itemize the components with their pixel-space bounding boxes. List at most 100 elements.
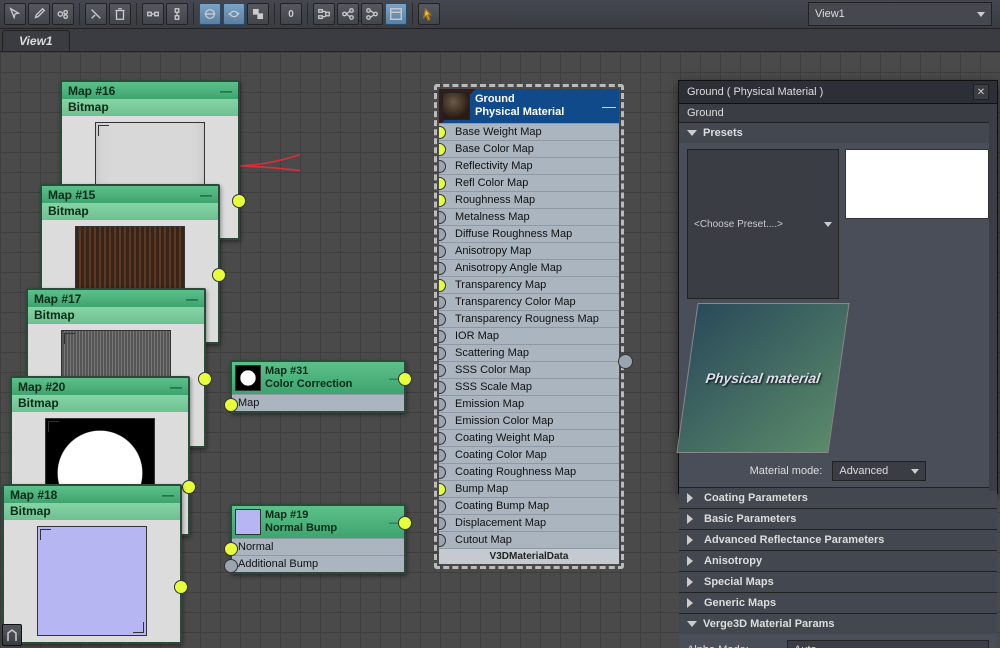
input-port[interactable] [439, 211, 446, 224]
material-slot[interactable]: Refl Color Map [439, 174, 619, 191]
material-slot[interactable]: Bump Map [439, 480, 619, 497]
material-slot[interactable]: Scattering Map [439, 344, 619, 361]
input-port[interactable] [439, 194, 446, 207]
input-port-normal[interactable] [224, 542, 238, 556]
input-port[interactable] [439, 347, 446, 360]
output-port[interactable] [174, 580, 188, 594]
input-port[interactable] [439, 296, 446, 309]
material-output-port[interactable] [618, 354, 633, 369]
auto-layout-button[interactable] [313, 3, 335, 25]
minimize-icon[interactable]: — [186, 292, 198, 306]
alpha-mode-dropdown[interactable]: Auto [787, 640, 989, 648]
nodes-view-button[interactable] [385, 3, 407, 25]
tab-view1[interactable]: View1 [2, 30, 70, 51]
cut-wire-button[interactable] [85, 3, 107, 25]
rollup-coating-parameters[interactable]: Coating Parameters [679, 488, 997, 508]
material-slot[interactable]: Base Weight Map [439, 123, 619, 140]
rollup-advanced-reflectance-parameters[interactable]: Advanced Reflectance Parameters [679, 530, 997, 550]
node-map31[interactable]: Map #31Color Correction — Map [230, 360, 406, 413]
input-port[interactable] [439, 330, 446, 343]
input-port[interactable] [439, 449, 446, 462]
rollup-special-maps[interactable]: Special Maps [679, 572, 997, 592]
input-port[interactable] [439, 245, 446, 258]
output-port[interactable] [232, 194, 246, 208]
rollup-verge3d[interactable]: Verge3D Material Params [679, 614, 997, 634]
output-port[interactable] [212, 268, 226, 282]
rollup-presets[interactable]: Presets [679, 123, 997, 143]
rollup-generic-maps[interactable]: Generic Maps [679, 593, 997, 613]
panel-title-bar[interactable]: Ground ( Physical Material ) ✕ [679, 81, 997, 104]
input-port[interactable] [439, 262, 446, 275]
output-port[interactable] [198, 372, 212, 386]
material-slot[interactable]: Coating Bump Map [439, 497, 619, 514]
zero-button[interactable]: 0 [280, 3, 302, 25]
minimize-icon[interactable]: — [200, 188, 212, 202]
delete-button[interactable] [109, 3, 131, 25]
material-mode-dropdown[interactable]: Advanced [832, 461, 926, 481]
node-map18[interactable]: Map #18— Bitmap [2, 484, 182, 644]
navigator-button[interactable] [2, 624, 22, 646]
panel-scrollbar[interactable] [989, 107, 997, 491]
material-slot[interactable]: Coating Weight Map [439, 429, 619, 446]
input-port[interactable] [439, 228, 446, 241]
output-port[interactable] [398, 516, 412, 530]
checker-button[interactable] [247, 3, 269, 25]
teapot-button[interactable] [223, 3, 245, 25]
pick-button[interactable] [418, 3, 440, 25]
material-name-field[interactable]: Ground [679, 104, 997, 123]
input-port[interactable] [439, 279, 446, 292]
material-slot[interactable]: SSS Scale Map [439, 378, 619, 395]
material-slot[interactable]: Cutout Map [439, 531, 619, 548]
input-port[interactable] [439, 313, 446, 326]
uplinks-button[interactable] [361, 3, 383, 25]
input-port[interactable] [439, 483, 446, 496]
rollup-basic-parameters[interactable]: Basic Parameters [679, 509, 997, 529]
node-map19[interactable]: Map #19Normal Bump — Normal Additional B… [230, 504, 406, 574]
minimize-icon[interactable]: — [220, 84, 232, 98]
material-slot[interactable]: Transparency Map [439, 276, 619, 293]
output-port[interactable] [182, 480, 196, 494]
material-slot[interactable]: Anisotropy Angle Map [439, 259, 619, 276]
material-slot[interactable]: Reflectivity Map [439, 157, 619, 174]
material-slot[interactable]: Coating Roughness Map [439, 463, 619, 480]
input-port-map[interactable] [224, 398, 238, 412]
input-port-additional-bump[interactable] [224, 559, 238, 573]
input-port[interactable] [439, 381, 446, 394]
eyedropper-button[interactable] [28, 3, 50, 25]
multi-select-button[interactable] [52, 3, 74, 25]
input-port[interactable] [439, 126, 446, 139]
material-slot[interactable]: Diffuse Roughness Map [439, 225, 619, 242]
close-icon[interactable]: ✕ [973, 84, 989, 100]
output-port[interactable] [398, 372, 412, 386]
node-ground-material[interactable]: Ground Physical Material — Base Weight M… [434, 84, 624, 569]
preset-list[interactable] [845, 149, 989, 219]
input-port[interactable] [439, 177, 446, 190]
input-port[interactable] [439, 398, 446, 411]
input-port[interactable] [439, 534, 446, 547]
material-slot[interactable]: Emission Color Map [439, 412, 619, 429]
input-port[interactable] [439, 517, 446, 530]
material-slot[interactable]: Emission Map [439, 395, 619, 412]
material-slot[interactable]: IOR Map [439, 327, 619, 344]
node-graph-workspace[interactable]: Map #16— Bitmap Map #15— Bitmap Map #17—… [0, 52, 1000, 648]
input-port[interactable] [439, 160, 446, 173]
input-port[interactable] [439, 415, 446, 428]
material-slot[interactable]: Anisotropy Map [439, 242, 619, 259]
input-port[interactable] [439, 143, 446, 156]
material-slot[interactable]: Base Color Map [439, 140, 619, 157]
input-port[interactable] [439, 432, 446, 445]
material-slot[interactable]: Transparency Rougness Map [439, 310, 619, 327]
material-slot[interactable]: Displacement Map [439, 514, 619, 531]
minimize-icon[interactable]: — [602, 98, 616, 114]
material-slot[interactable]: Coating Color Map [439, 446, 619, 463]
orbit-button[interactable] [199, 3, 221, 25]
input-port[interactable] [439, 466, 446, 479]
input-port[interactable] [439, 364, 446, 377]
links-button[interactable] [337, 3, 359, 25]
material-slot[interactable]: Metalness Map [439, 208, 619, 225]
material-slot[interactable]: Roughness Map [439, 191, 619, 208]
layout-h-button[interactable] [142, 3, 164, 25]
material-slot[interactable]: Transparency Color Map [439, 293, 619, 310]
minimize-icon[interactable]: — [162, 488, 174, 502]
input-port[interactable] [439, 500, 446, 513]
